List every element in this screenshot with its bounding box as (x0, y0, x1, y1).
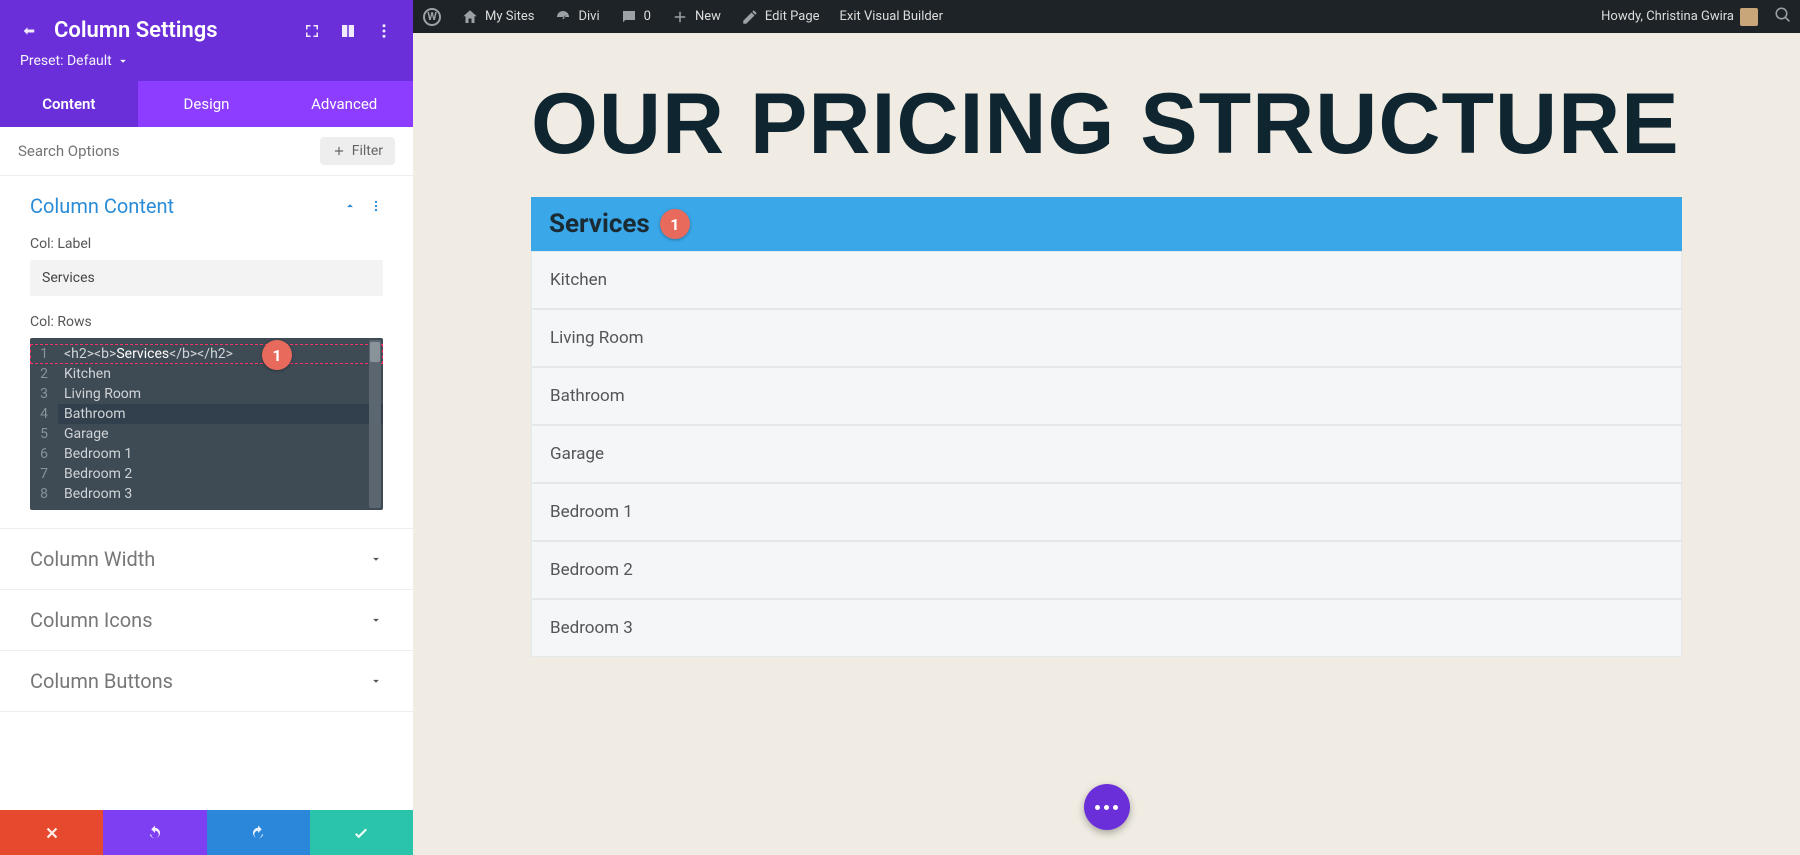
close-icon (43, 824, 61, 842)
divi-menu[interactable]: Divi (544, 0, 609, 33)
layout-icon[interactable] (339, 22, 357, 40)
table-row: Bedroom 3 (531, 599, 1682, 657)
options-search-row: Filter (0, 127, 413, 176)
filter-button[interactable]: Filter (320, 137, 395, 165)
section-head-content[interactable]: Column Content (30, 194, 383, 218)
editor-scrollbar[interactable] (369, 340, 381, 508)
code-editor[interactable]: 1<h2><b>Services</b></h2> 2Kitchen 3Livi… (30, 338, 383, 510)
caret-down-icon (116, 54, 130, 68)
undo-icon (146, 824, 164, 842)
new-content[interactable]: New (661, 0, 731, 33)
chevron-down-icon (369, 674, 383, 688)
wp-logo[interactable]: W (413, 0, 451, 33)
my-sites[interactable]: My Sites (451, 0, 544, 33)
col-label-input[interactable] (30, 260, 383, 296)
avatar (1740, 8, 1758, 26)
section-title: Column Content (30, 194, 174, 218)
page-preview: OUR PRICING STRUCTURE Services 1 Kitchen… (413, 33, 1800, 855)
preset-selector[interactable]: Preset: Default (20, 53, 393, 69)
check-icon (352, 824, 370, 842)
preset-label: Preset: Default (20, 53, 112, 69)
panel-tabs: Content Design Advanced (0, 81, 413, 127)
expand-icon[interactable] (303, 22, 321, 40)
section-column-content: Column Content Col: Label Col: Rows 1<h2… (0, 176, 413, 529)
more-icon[interactable] (375, 22, 393, 40)
redo-button[interactable] (207, 810, 310, 855)
col-label-field-label: Col: Label (30, 236, 383, 252)
divi-label: Divi (578, 9, 599, 24)
panel-title: Column Settings (54, 18, 218, 43)
tab-content[interactable]: Content (0, 81, 138, 127)
dot-icon (1095, 805, 1100, 810)
section-head-width[interactable]: Column Width (30, 547, 383, 571)
builder-fab[interactable] (1084, 784, 1130, 830)
howdy-label: Howdy, Christina Gwira (1601, 9, 1734, 24)
undo-button[interactable] (103, 810, 206, 855)
pricing-table: Services 1 Kitchen Living Room Bathroom … (531, 197, 1682, 657)
redo-icon (249, 824, 267, 842)
settings-panel: Column Settings Preset: Default Content … (0, 0, 413, 855)
dot-icon (1113, 805, 1118, 810)
plus-icon (671, 8, 689, 26)
my-sites-label: My Sites (485, 9, 534, 24)
new-label: New (695, 9, 721, 24)
more-icon[interactable] (369, 199, 383, 213)
annotation-marker: 1 (660, 209, 690, 239)
table-row: Bathroom (531, 367, 1682, 425)
section-head-buttons[interactable]: Column Buttons (30, 669, 383, 693)
table-row: Kitchen (531, 251, 1682, 309)
chevron-down-icon (369, 552, 383, 566)
section-column-width: Column Width (0, 529, 413, 590)
comments[interactable]: 0 (610, 0, 661, 33)
section-title: Column Icons (30, 608, 153, 632)
wp-admin-bar: W My Sites Divi 0 New Edit Page Exit Vis… (413, 0, 1800, 33)
search-icon (1774, 6, 1792, 24)
chevron-up-icon (343, 199, 357, 213)
plus-icon (332, 144, 346, 158)
howdy-user[interactable]: Howdy, Christina Gwira (1595, 0, 1764, 33)
edit-page-label: Edit Page (765, 9, 820, 24)
wordpress-icon: W (423, 8, 441, 26)
section-title: Column Width (30, 547, 155, 571)
panel-footer (0, 810, 413, 855)
page-title: OUR PRICING STRUCTURE (413, 33, 1800, 197)
home-icon (461, 8, 479, 26)
comment-icon (620, 8, 638, 26)
table-row: Bedroom 2 (531, 541, 1682, 599)
section-column-icons: Column Icons (0, 590, 413, 651)
back-icon[interactable] (20, 22, 38, 40)
gauge-icon (554, 8, 572, 26)
chevron-down-icon (369, 613, 383, 627)
comments-count: 0 (644, 9, 651, 24)
tab-advanced[interactable]: Advanced (275, 81, 413, 127)
exit-label: Exit Visual Builder (840, 9, 943, 24)
panel-header: Column Settings Preset: Default (0, 0, 413, 81)
section-title: Column Buttons (30, 669, 173, 693)
discard-button[interactable] (0, 810, 103, 855)
table-header: Services 1 (531, 197, 1682, 251)
pencil-icon (741, 8, 759, 26)
admin-search[interactable] (1774, 6, 1792, 28)
tab-design[interactable]: Design (138, 81, 276, 127)
dot-icon (1104, 805, 1109, 810)
section-column-buttons: Column Buttons (0, 651, 413, 712)
section-head-icons[interactable]: Column Icons (30, 608, 383, 632)
save-button[interactable] (310, 810, 413, 855)
table-header-text: Services (549, 209, 650, 239)
edit-page[interactable]: Edit Page (731, 0, 830, 33)
table-row: Garage (531, 425, 1682, 483)
col-rows-field-label: Col: Rows (30, 314, 383, 330)
exit-visual-builder[interactable]: Exit Visual Builder (830, 0, 953, 33)
table-row: Bedroom 1 (531, 483, 1682, 541)
search-input[interactable] (18, 142, 310, 160)
table-row: Living Room (531, 309, 1682, 367)
annotation-marker: 1 (262, 340, 292, 370)
filter-label: Filter (352, 143, 383, 159)
